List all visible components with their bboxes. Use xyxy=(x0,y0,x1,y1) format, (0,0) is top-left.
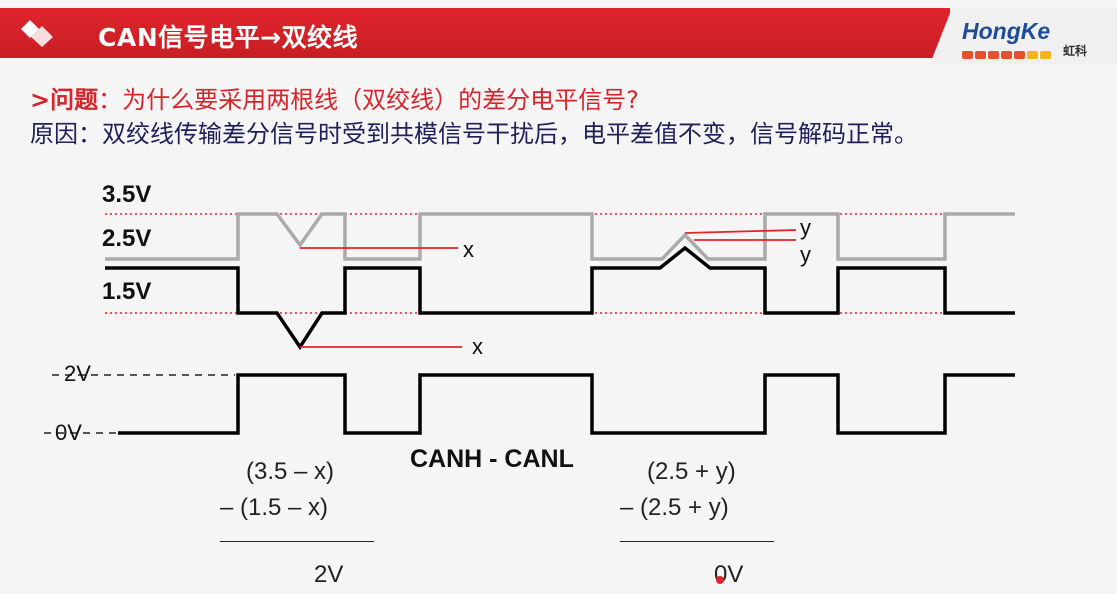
canh-waveform xyxy=(105,212,1015,261)
level-label-2v: 2V xyxy=(64,361,91,386)
y-lower-label: y xyxy=(800,242,811,267)
differential-title: CANH - CANL xyxy=(410,445,574,473)
differential-waveform xyxy=(118,373,1015,435)
level-label-2v5: 2.5V xyxy=(102,225,151,252)
calc-left-line2: – (1.5 – x) xyxy=(220,494,329,521)
y-upper-pointer xyxy=(684,229,797,234)
canl-waveform xyxy=(105,245,1015,351)
y-upper-label: y xyxy=(800,215,811,240)
calc-right-rule xyxy=(620,541,774,542)
calc-left-rule xyxy=(220,541,374,542)
calc-left-line1: (3.5 – x) xyxy=(246,458,335,485)
x-lower-label: x xyxy=(472,334,483,359)
calc-right-result: 0V xyxy=(714,561,744,588)
pointer-dot xyxy=(716,576,724,584)
calc-right-line2: – (2.5 + y) xyxy=(620,494,729,521)
calc-right-line1: (2.5 + y) xyxy=(647,458,736,485)
level-label-0v: 0V xyxy=(55,420,82,445)
level-label-1v5: 1.5V xyxy=(102,278,151,305)
calc-left-result: 2V xyxy=(314,561,344,588)
can-signal-diagram: 3.5V 2.5V 1.5V 2V 0V x x y y CANH - CANL xyxy=(44,181,1015,473)
x-upper-label: x xyxy=(463,237,474,262)
level-label-3v5: 3.5V xyxy=(102,181,151,208)
